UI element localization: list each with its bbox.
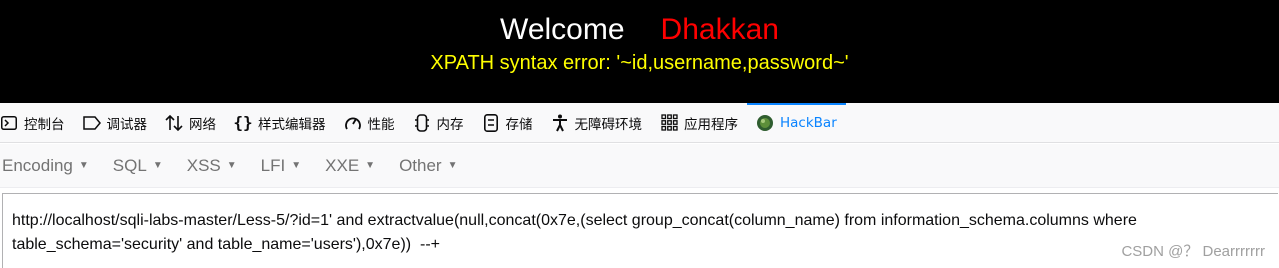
performance-icon — [344, 114, 362, 132]
style-editor-icon: {} — [233, 113, 253, 132]
debugger-icon — [82, 114, 101, 132]
menu-label: XSS — [186, 155, 221, 175]
xxe-menu[interactable]: XXE ▼ — [323, 156, 387, 176]
accessibility-icon — [551, 114, 569, 132]
tab-label: 性能 — [367, 116, 395, 133]
menu-label: XXE — [325, 155, 360, 175]
caret-down-icon: ▼ — [447, 160, 458, 171]
menu-label: Encoding — [2, 155, 73, 175]
hackbar-menu-bar: Encoding ▼ SQL ▼ XSS ▼ LFI ▼ XXE ▼ Other ▼ — [0, 144, 1279, 188]
sql-menu[interactable]: SQL ▼ — [111, 156, 175, 176]
xss-menu[interactable]: XSS ▼ — [185, 156, 249, 176]
tab-performance[interactable]: 性能 — [335, 103, 404, 143]
tab-label: 内存 — [436, 116, 464, 133]
tab-label: 网络 — [189, 116, 216, 133]
encoding-menu[interactable]: Encoding ▼ — [0, 156, 101, 176]
welcome-line: Welcome Dhakkan — [0, 12, 1279, 48]
caret-down-icon: ▼ — [291, 160, 302, 171]
tab-label: 存储 — [505, 116, 533, 133]
tab-console[interactable]: 控制台 — [0, 103, 74, 143]
tab-hackbar[interactable]: HackBar — [747, 102, 846, 143]
memory-icon — [413, 113, 431, 132]
lfi-menu[interactable]: LFI ▼ — [259, 156, 313, 176]
tab-label: 无障碍环境 — [574, 116, 643, 133]
storage-icon — [482, 113, 500, 132]
tab-label: 控制台 — [24, 116, 65, 133]
devtools-tab-bar: 控制台 调试器 网络 {} 样式编辑器 性能 内存 存储 无障碍环境 应用程序 … — [0, 102, 1279, 143]
menu-label: Other — [399, 155, 442, 175]
caret-down-icon: ▼ — [365, 160, 376, 171]
tab-label: 样式编辑器 — [258, 116, 326, 133]
application-icon — [660, 114, 678, 132]
tab-storage[interactable]: 存储 — [473, 103, 542, 143]
tab-accessibility[interactable]: 无障碍环境 — [542, 103, 652, 143]
user-name: Dhakkan — [660, 13, 779, 46]
hackbar-icon — [756, 114, 774, 132]
menu-label: LFI — [260, 155, 286, 175]
tab-network[interactable]: 网络 — [156, 103, 225, 143]
tab-label: 应用程序 — [684, 116, 738, 133]
caret-down-icon: ▼ — [152, 160, 163, 171]
caret-down-icon: ▼ — [78, 160, 89, 171]
caret-down-icon: ▼ — [226, 160, 237, 171]
url-input[interactable]: http://localhost/sqli-labs-master/Less-5… — [2, 193, 1278, 268]
menu-label: SQL — [112, 155, 147, 175]
console-icon — [0, 114, 18, 132]
xpath-error-message: XPATH syntax error: '~id,username,passwo… — [430, 52, 849, 74]
page-banner: Welcome Dhakkan XPATH syntax error: '~id,… — [0, 0, 1279, 103]
tab-application[interactable]: 应用程序 — [651, 103, 747, 143]
tab-label: HackBar — [780, 114, 837, 131]
tab-style-editor[interactable]: {} 样式编辑器 — [225, 103, 335, 143]
welcome-text: Welcome — [500, 13, 625, 46]
tab-memory[interactable]: 内存 — [404, 103, 473, 143]
network-icon — [165, 114, 183, 132]
tab-debugger[interactable]: 调试器 — [74, 103, 157, 143]
tab-label: 调试器 — [106, 116, 148, 133]
other-menu[interactable]: Other ▼ — [397, 156, 469, 176]
watermark: CSDN @？ Dearrrrrrr — [1121, 243, 1265, 260]
